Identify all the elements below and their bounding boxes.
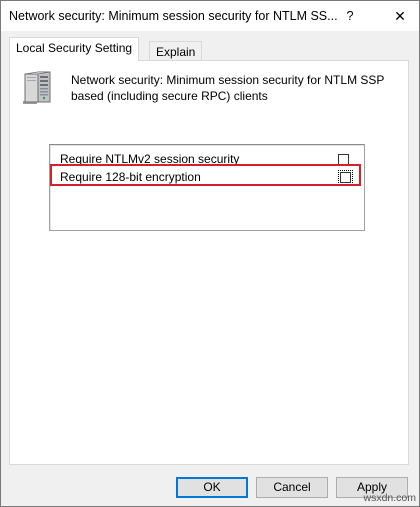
option-row-ntlmv2[interactable]: Require NTLMv2 session security: [60, 151, 239, 167]
require-128bit-checkbox[interactable]: [338, 170, 353, 185]
server-icon: [23, 71, 51, 104]
close-icon: ✕: [394, 8, 406, 24]
cancel-button[interactable]: Cancel: [256, 477, 328, 498]
close-button[interactable]: ✕: [383, 1, 417, 31]
policy-properties-dialog: Network security: Minimum session securi…: [0, 0, 420, 507]
watermark: wsxdn.com: [363, 492, 416, 504]
title-bar: Network security: Minimum session securi…: [1, 1, 419, 31]
option-label-128bit: Require 128-bit encryption: [60, 170, 201, 184]
tab-explain[interactable]: Explain: [149, 41, 203, 61]
help-button[interactable]: ?: [335, 1, 365, 31]
window-title: Network security: Minimum session securi…: [9, 9, 338, 23]
require-ntlmv2-checkbox[interactable]: [338, 154, 349, 165]
ok-button[interactable]: OK: [176, 477, 248, 498]
policy-description: Network security: Minimum session securi…: [71, 73, 385, 103]
option-label-ntlmv2: Require NTLMv2 session security: [60, 152, 240, 166]
tab-panel-local-security-setting: Network security: Minimum session securi…: [9, 60, 409, 465]
tab-local-security-setting[interactable]: Local Security Setting: [9, 37, 140, 61]
options-group: Require NTLMv2 session security Require …: [49, 144, 365, 231]
option-row-128bit[interactable]: Require 128-bit encryption: [60, 169, 201, 185]
